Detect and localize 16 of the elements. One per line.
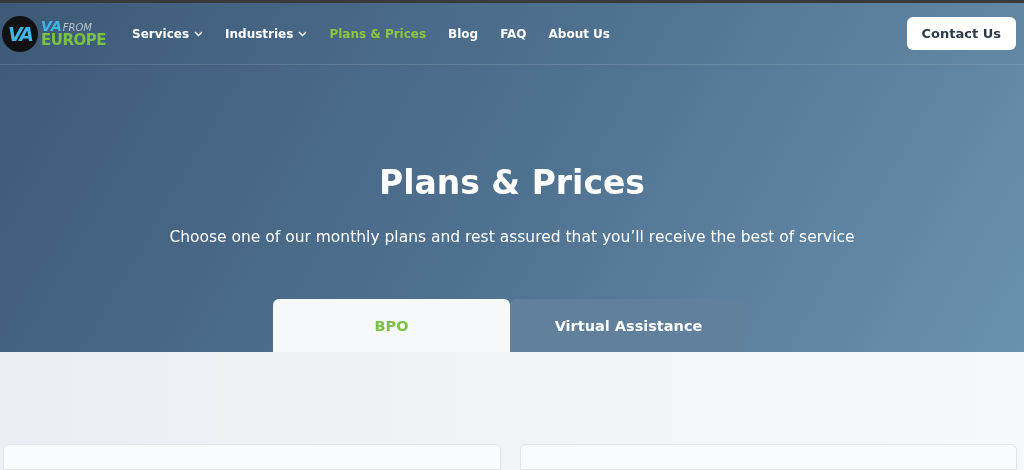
logo-text: FROM — [62, 23, 92, 33]
nav-link[interactable]: FAQ — [500, 26, 527, 41]
nav-link[interactable]: Services — [132, 26, 204, 41]
page-subtitle: Choose one of our monthly plans and rest assured that you’ll receive the best of service — [168, 228, 856, 246]
logo-text: VA — [41, 19, 62, 33]
chevron-down-icon — [194, 30, 204, 37]
page-title: Plans & Prices — [378, 163, 646, 202]
contact-button[interactable]: Contact Us — [906, 17, 1016, 50]
nav-link[interactable]: Industries — [225, 26, 308, 41]
nav-link[interactable]: Plans & Prices — [329, 26, 427, 41]
nav-link[interactable]: About Us — [548, 26, 610, 41]
plan-tab[interactable]: Virtual Assistance — [510, 299, 747, 352]
logo-text: EUROPE — [41, 33, 106, 48]
chevron-down-icon — [298, 30, 308, 37]
logo-mark[interactable]: VA — [2, 15, 38, 52]
nav-link[interactable]: Blog — [448, 26, 479, 41]
